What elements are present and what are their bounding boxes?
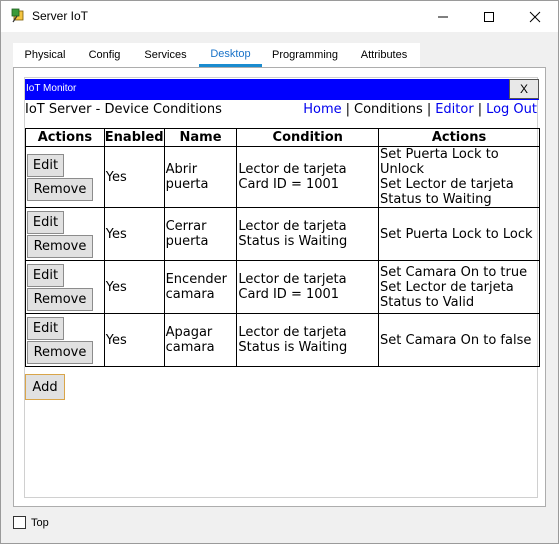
condition-cell: Lector de tarjeta Status is Waiting [236,207,380,261]
table-row: Edit Remove Yes Encender camara Lector d… [25,260,540,314]
conditions-link: Conditions [354,102,423,117]
tab-desktop[interactable]: Desktop [199,43,262,67]
table-row: Edit Remove Yes Abrir puerta Lector de t… [25,146,540,208]
table-header-row: Actions Enabled Name Condition Actions [25,128,540,147]
name-cell: Encender camara [163,260,238,314]
close-icon[interactable] [512,1,558,32]
table-row: Edit Remove Yes Apagar camara Lector de … [25,313,540,367]
top-label: Top [31,516,49,529]
enabled-cell: Yes [103,313,165,367]
actions-cell: Set Camara On to false [378,313,540,367]
row-actions-cell: Edit Remove [25,146,105,208]
tab-programming[interactable]: Programming [262,43,348,67]
nav-separator: | [477,102,483,117]
nav-separator: | [345,102,350,117]
name-cell: Cerrar puerta [163,207,238,261]
home-link[interactable]: Home [303,102,341,117]
condition-cell: Lector de tarjeta Card ID = 1001 [236,260,380,314]
edit-button[interactable]: Edit [27,153,64,177]
nav-separator: | [426,102,432,117]
monitor-title-bar: IoT Monitor [25,79,539,100]
action-line: Set Camara On to false [380,332,532,348]
iot-monitor-window: IoT Monitor X IoT Server - Device Condit… [24,77,540,498]
actions-cell: Set Puerta Lock to Lock [378,207,540,261]
name-cell: Abrir puerta [163,146,238,208]
table-row: Edit Remove Yes Cerrar puerta Lector de … [25,207,540,261]
tab-attributes[interactable]: Attributes [348,43,420,67]
action-line: Set Camara On to true [380,264,528,280]
packet-tracer-icon [11,8,27,24]
tab-services[interactable]: Services [132,43,199,67]
action-line: Set Puerta Lock to Lock [380,226,533,242]
row-actions-cell: Edit Remove [25,260,105,314]
tab-config[interactable]: Config [77,43,132,67]
remove-button[interactable]: Remove [27,287,93,311]
minimize-icon[interactable] [420,1,466,32]
action-line: Set Lector de tarjeta Status to Waiting [380,177,514,207]
conditions-table: Actions Enabled Name Condition Actions E… [25,128,540,367]
page-title: IoT Server - Device Conditions [25,102,222,117]
header-condition: Condition [236,128,380,147]
row-actions-cell: Edit Remove [25,207,105,261]
monitor-title: IoT Monitor [26,83,77,94]
remove-button[interactable]: Remove [27,177,93,201]
window-title: Server IoT [32,9,89,23]
monitor-close-button[interactable]: X [509,79,539,99]
enabled-cell: Yes [103,146,165,208]
header-actions: Actions [25,128,105,147]
server-iot-window: Server IoT Physical Config Services Desk… [0,0,559,544]
edit-button[interactable]: Edit [27,210,64,234]
add-condition-button[interactable]: Add [25,374,65,400]
tab-physical[interactable]: Physical [13,43,77,67]
actions-cell: Set Puerta Lock to Unlock Set Lector de … [378,146,540,208]
top-option: Top [13,516,49,529]
row-actions-cell: Edit Remove [25,313,105,367]
top-checkbox[interactable] [13,516,26,529]
remove-button[interactable]: Remove [27,340,93,364]
logout-link[interactable]: Log Out [486,102,537,117]
edit-button[interactable]: Edit [27,263,64,287]
action-line: Set Puerta Lock to Unlock [380,147,499,177]
nav-links: Home | Conditions | Editor | Log Out [303,102,537,117]
desktop-panel: IoT Monitor X IoT Server - Device Condit… [13,67,546,507]
header-enabled: Enabled [103,128,165,147]
title-bar: Server IoT [1,1,558,32]
condition-cell: Lector de tarjeta Card ID = 1001 [236,146,380,208]
condition-cell: Lector de tarjeta Status is Waiting [236,313,380,367]
actions-cell: Set Camara On to true Set Lector de tarj… [378,260,540,314]
editor-link[interactable]: Editor [435,102,473,117]
enabled-cell: Yes [103,207,165,261]
remove-button[interactable]: Remove [27,234,93,258]
edit-button[interactable]: Edit [27,316,64,340]
enabled-cell: Yes [103,260,165,314]
name-cell: Apagar camara [163,313,238,367]
action-line: Set Lector de tarjeta Status to Valid [380,279,514,310]
header-actions-list: Actions [378,128,540,147]
header-name: Name [163,128,238,147]
maximize-icon[interactable] [466,1,512,32]
